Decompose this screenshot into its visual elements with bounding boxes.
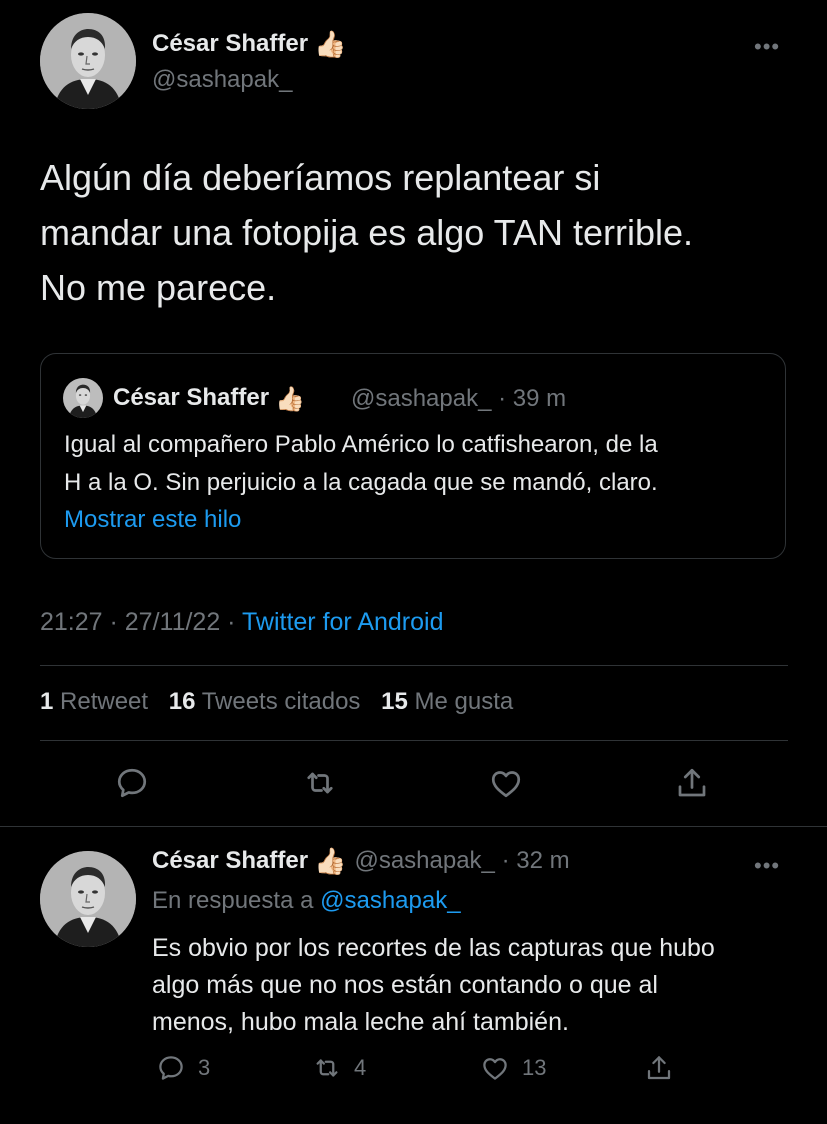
share-icon	[647, 1056, 671, 1080]
like-icon[interactable]	[488, 765, 524, 801]
retweets-count: 1	[40, 688, 54, 715]
reply-icon[interactable]	[114, 765, 150, 801]
retweets-stat[interactable]: 1 Retweet	[40, 688, 148, 716]
main-tweet: César Shaffer 👍🏻 @sashapak_ ••• Algún día…	[0, 0, 827, 826]
tweet-text-line: mandar una fotopija es algo TAN terrible…	[40, 212, 694, 253]
divider	[0, 826, 827, 827]
tweet-text: Algún día deberíamos replantear si manda…	[40, 150, 800, 315]
avatar[interactable]	[40, 13, 136, 109]
like-count: 13	[522, 1055, 547, 1080]
reply-to-handle-link[interactable]: @sashapak_	[320, 887, 460, 914]
show-thread-link[interactable]: Mostrar este hilo	[64, 506, 241, 534]
reply-retweet-button[interactable]: 4	[312, 1052, 366, 1084]
reply-count: 3	[198, 1055, 211, 1080]
tweet-detail-page: César Shaffer 👍🏻 @sashapak_ ••• Algún día…	[0, 0, 827, 1124]
author-handle[interactable]: @sashapak_	[152, 66, 292, 94]
reply-header: César Shaffer 👍🏻 @sashapak_ · 32 m	[152, 847, 570, 875]
quoted-author-name: César Shaffer 👍🏻	[113, 384, 305, 412]
quotes-stat[interactable]: 16 Tweets citados	[169, 688, 361, 716]
quoted-handle-time: @sashapak_ · 39 m	[351, 385, 567, 412]
quotes-label: Tweets citados	[201, 688, 361, 715]
likes-label: Me gusta	[414, 688, 514, 715]
reply-icon	[159, 1056, 183, 1080]
avatar-portrait-image	[63, 378, 103, 418]
reply-text: Es obvio por los recortes de las captura…	[152, 930, 792, 1041]
engagement-stats: 1 Retweet 16 Tweets citados 15 Me gusta	[40, 688, 527, 716]
tweet-text-line: Algún día deberíamos replantear si	[40, 157, 601, 198]
reply-reply-button[interactable]: 3	[156, 1052, 210, 1084]
quoted-author-name-text: César Shaffer	[113, 384, 270, 411]
source-link[interactable]: Twitter for Android	[242, 608, 443, 636]
author-name-text: César Shaffer	[152, 30, 309, 57]
thumbs-up-emoji: 👍🏻	[275, 386, 305, 413]
quoted-tweet-text: Igual al compañero Pablo Américo lo catf…	[64, 426, 774, 502]
reply-text-line: algo más que no nos están contando o que…	[152, 971, 658, 999]
timestamp-text: 21:27 · 27/11/22 ·	[40, 608, 243, 636]
retweet-icon[interactable]	[302, 765, 338, 801]
reply-to-prefix: En respuesta a	[152, 887, 321, 914]
reply-to-line: En respuesta a @sashapak_	[152, 887, 461, 915]
author-name[interactable]: César Shaffer 👍🏻	[152, 30, 346, 58]
quoted-avatar	[63, 378, 103, 418]
reply-share-button[interactable]	[644, 1052, 674, 1084]
likes-stat[interactable]: 15 Me gusta	[381, 688, 513, 716]
share-icon[interactable]	[674, 765, 710, 801]
reply-text-line: Es obvio por los recortes de las captura…	[152, 934, 715, 962]
retweet-icon	[316, 1059, 338, 1077]
divider	[40, 740, 788, 741]
thumbs-up-emoji: 👍🏻	[314, 846, 347, 876]
quoted-text-line: H a la O. Sin perjuicio a la cagada que …	[64, 469, 658, 496]
tweet-text-line: No me parece.	[40, 267, 277, 308]
avatar-portrait-image	[40, 13, 136, 109]
quotes-count: 16	[168, 688, 196, 715]
like-icon	[483, 1058, 507, 1080]
reply-text-line: menos, hubo mala leche ahí también.	[152, 1008, 569, 1036]
more-options-icon[interactable]: •••	[754, 36, 780, 58]
reply-author-name[interactable]: César Shaffer	[152, 847, 308, 874]
more-options-icon[interactable]: •••	[754, 855, 780, 877]
reply-handle-time[interactable]: @sashapak_ · 32 m	[354, 847, 569, 874]
retweets-label: Retweet	[60, 688, 149, 715]
retweet-count: 4	[354, 1055, 367, 1080]
reply-avatar[interactable]	[40, 851, 136, 947]
quoted-text-line: Igual al compañero Pablo Américo lo catf…	[64, 431, 658, 458]
likes-count: 15	[381, 688, 408, 715]
reply-like-button[interactable]: 13	[480, 1052, 546, 1084]
divider	[40, 665, 788, 666]
thumbs-up-emoji: 👍🏻	[314, 29, 347, 59]
avatar-portrait-image	[40, 851, 136, 947]
tweet-timestamp: 21:27 · 27/11/22 · Twitter for Android	[40, 608, 444, 637]
quoted-tweet-card[interactable]: César Shaffer 👍🏻 @sashapak_ · 39 m Igual …	[40, 353, 786, 559]
